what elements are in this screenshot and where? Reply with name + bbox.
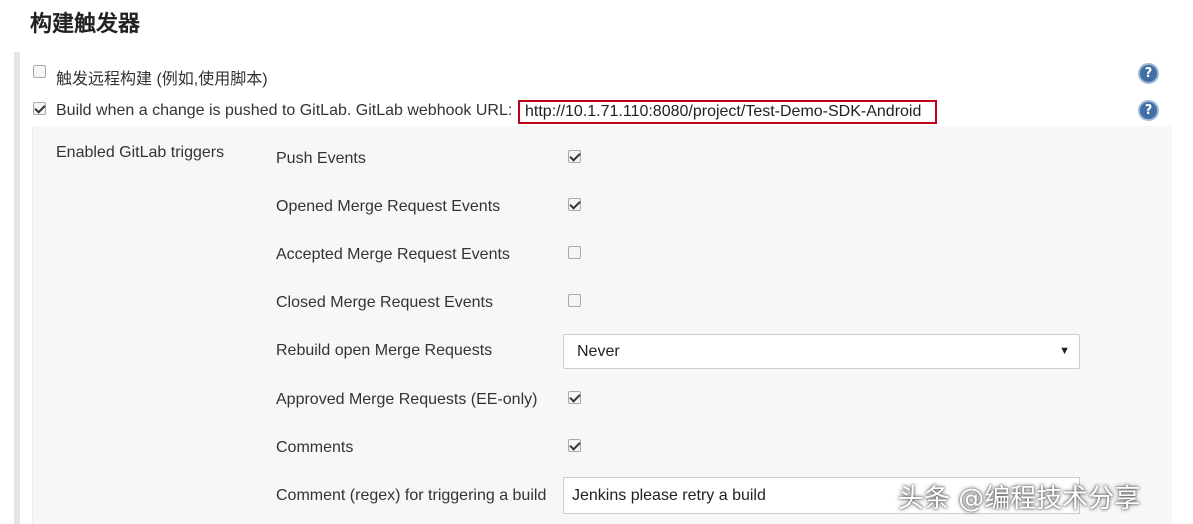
chevron-down-icon: ▼ (1059, 345, 1070, 357)
option-label-opened-mr: Opened Merge Request Events (276, 198, 501, 215)
rebuild-mr-select[interactable]: Never ▼ (563, 334, 1080, 369)
remote-trigger-label: 触发远程构建 (例如,使用脚本) (56, 71, 268, 88)
gitlab-trigger-checkbox[interactable] (33, 102, 46, 115)
watermark: 头条 @编程技术分享 (898, 484, 1141, 514)
gitlab-webhook-url: http://10.1.71.110:8080/project/Test-Dem… (518, 100, 937, 124)
option-label-closed-mr: Closed Merge Request Events (276, 294, 493, 311)
remote-trigger-checkbox[interactable] (33, 65, 46, 78)
approved-mr-checkbox[interactable] (568, 391, 581, 404)
option-label-rebuild-mr: Rebuild open Merge Requests (276, 342, 493, 359)
remote-trigger-help-icon[interactable]: ? (1138, 63, 1159, 84)
gitlab-options-panel (32, 126, 1172, 524)
accepted-mr-checkbox[interactable] (568, 246, 581, 259)
opened-mr-checkbox[interactable] (568, 198, 581, 211)
option-label-accepted-mr: Accepted Merge Request Events (276, 246, 510, 263)
gitlab-trigger-help-icon[interactable]: ? (1138, 100, 1159, 121)
push-events-checkbox[interactable] (568, 150, 581, 163)
comments-checkbox[interactable] (568, 439, 581, 452)
gitlab-trigger-label: Build when a change is pushed to GitLab.… (56, 102, 513, 119)
section-bar (14, 52, 20, 524)
option-label-push-events: Push Events (276, 150, 366, 167)
closed-mr-checkbox[interactable] (568, 294, 581, 307)
rebuild-mr-select-value: Never (577, 343, 620, 360)
option-label-approved-mr: Approved Merge Requests (EE-only) (276, 391, 538, 408)
gitlab-triggers-heading: Enabled GitLab triggers (56, 144, 225, 161)
option-label-comments: Comments (276, 439, 354, 456)
option-label-comment-regex: Comment (regex) for triggering a build (276, 487, 547, 504)
page-title: 构建触发器 (30, 12, 141, 37)
